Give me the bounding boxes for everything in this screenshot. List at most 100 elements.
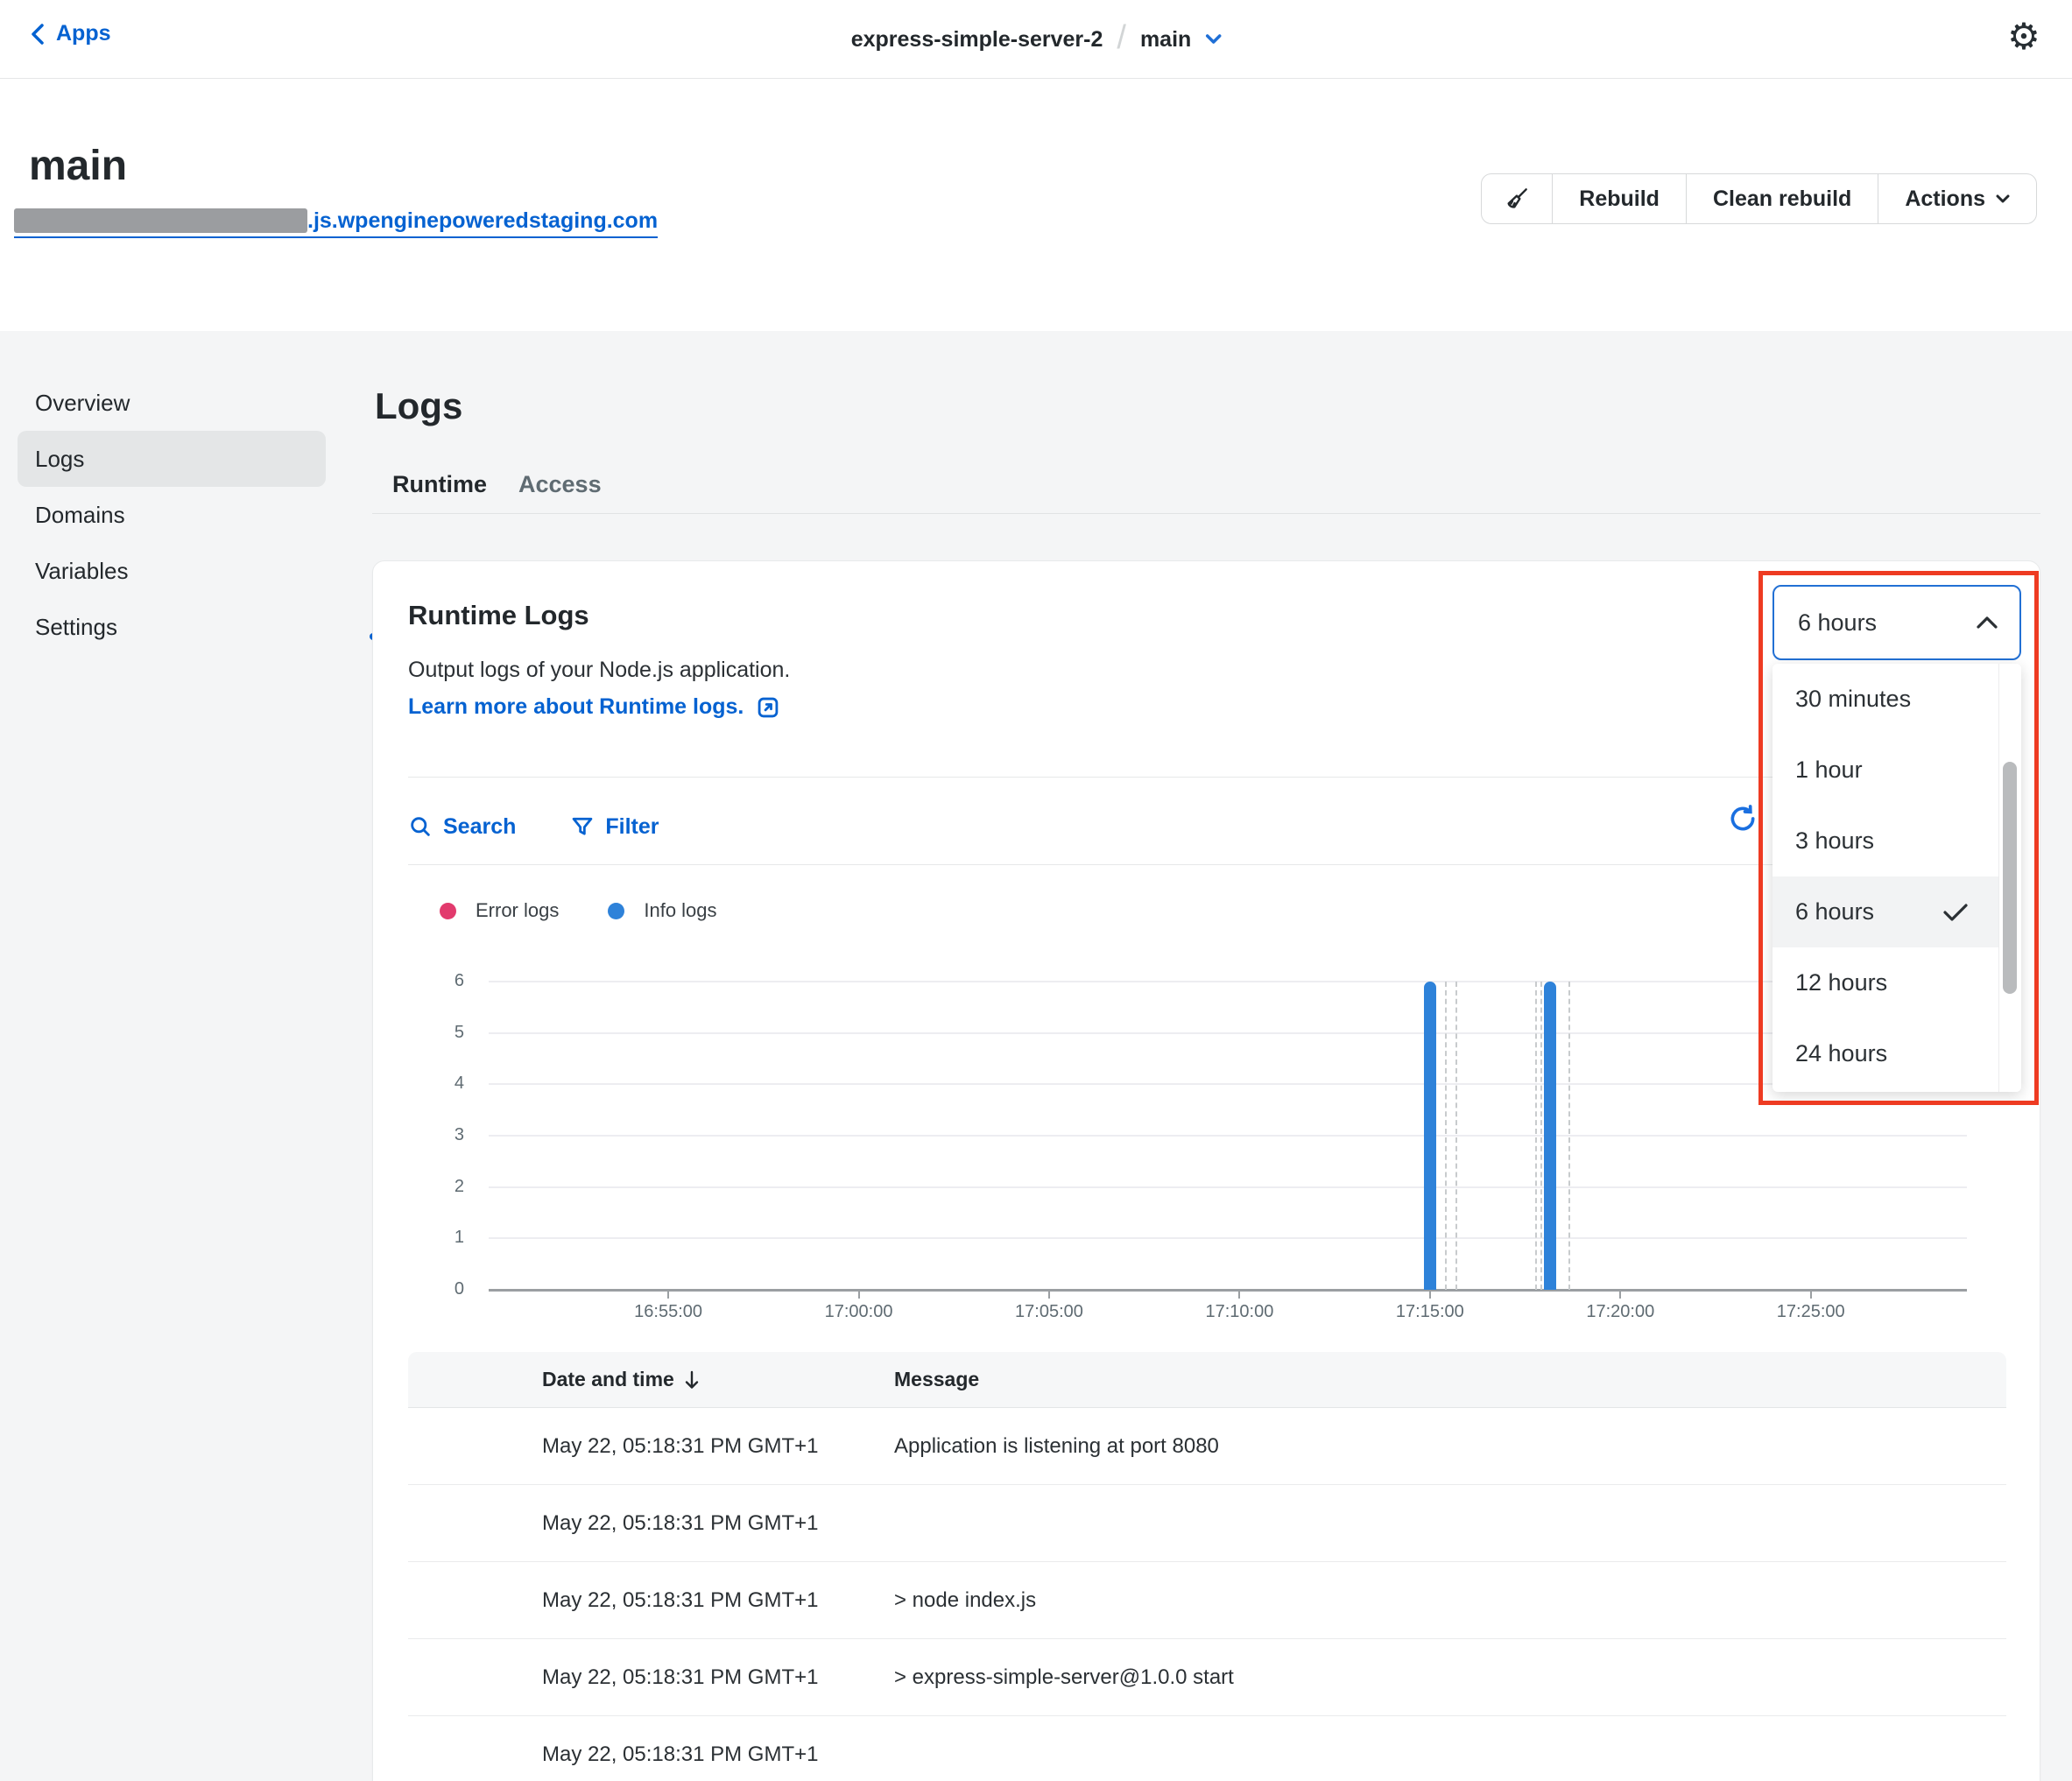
refresh-icon[interactable] — [1725, 801, 1760, 836]
option-label: 12 hours — [1795, 969, 1887, 996]
clean-rebuild-button[interactable]: Clean rebuild — [1686, 174, 1878, 223]
y-tick-label: 2 — [408, 1177, 464, 1197]
card-description: Output logs of your Node.js application. — [408, 658, 790, 683]
table-row[interactable]: May 22, 05:18:31 PM GMT+1> node index.js — [408, 1562, 2006, 1639]
time-range-option-24-hours[interactable]: 24 hours — [1772, 1018, 1998, 1089]
filter-icon — [570, 814, 595, 839]
time-range-option-6-hours[interactable]: 6 hours — [1772, 876, 1998, 947]
clear-cache-button[interactable] — [1482, 174, 1552, 223]
back-to-apps-link[interactable]: Apps — [30, 21, 111, 46]
y-tick-label: 1 — [408, 1228, 464, 1248]
environment-actions-button-group: Rebuild Clean rebuild Actions — [1481, 173, 2037, 224]
datetime-header-label: Date and time — [542, 1368, 674, 1391]
deploy-marker-dashed-line — [1445, 982, 1447, 1290]
column-header-datetime[interactable]: Date and time — [542, 1368, 701, 1391]
sort-descending-icon — [683, 1369, 701, 1390]
time-range-select[interactable]: 6 hours — [1772, 585, 2021, 660]
card-title: Runtime Logs — [408, 600, 589, 631]
column-header-message: Message — [894, 1368, 979, 1391]
x-tick-label: 17:15:00 — [1396, 1302, 1464, 1322]
x-tick-mark — [1238, 1292, 1240, 1299]
tab-access[interactable]: Access — [518, 471, 602, 498]
tab-bar-divider — [372, 513, 2040, 514]
deploy-marker-dashed-line — [1540, 982, 1542, 1290]
table-row[interactable]: May 22, 05:18:31 PM GMT+1Application is … — [408, 1408, 2006, 1485]
chart-bar-info-logs[interactable] — [1544, 982, 1556, 1290]
filter-button[interactable]: Filter — [570, 814, 659, 840]
table-row[interactable]: May 22, 05:18:31 PM GMT+1> express-simpl… — [408, 1639, 2006, 1716]
deploy-marker-dashed-line — [1455, 982, 1457, 1290]
divider — [408, 864, 2006, 865]
legend-dot-icon — [608, 903, 624, 919]
chevron-down-icon[interactable] — [1205, 34, 1221, 45]
table-row[interactable]: May 22, 05:18:31 PM GMT+1 — [408, 1716, 2006, 1781]
x-tick-mark — [667, 1292, 669, 1299]
environment-url-text: .js.wpenginepoweredstaging.com — [307, 208, 658, 233]
log-table: Date and time Message May 22, 05:18:31 P… — [408, 1352, 2006, 1781]
breadcrumb-app-name[interactable]: express-simple-server-2 — [851, 27, 1103, 53]
environment-header: main .js.wpenginepoweredstaging.com Rebu… — [0, 79, 2072, 331]
page-title: Logs — [375, 385, 462, 427]
sidebar-item-variables[interactable]: Variables — [18, 543, 326, 599]
back-to-apps-label: Apps — [56, 21, 111, 46]
rebuild-button[interactable]: Rebuild — [1552, 174, 1686, 223]
tab-bar: Runtime Access — [372, 457, 2040, 515]
actions-button-label: Actions — [1905, 187, 1985, 212]
x-tick-mark — [1810, 1292, 1812, 1299]
sidebar-item-domains[interactable]: Domains — [18, 487, 326, 543]
time-range-option-30-minutes[interactable]: 30 minutes — [1772, 664, 1998, 735]
time-range-selected-value: 6 hours — [1798, 609, 1877, 637]
table-row[interactable]: May 22, 05:18:31 PM GMT+1 — [408, 1485, 2006, 1562]
y-tick-label: 0 — [408, 1279, 464, 1299]
actions-menu-button[interactable]: Actions — [1878, 174, 2036, 223]
gridline — [489, 1032, 1967, 1034]
legend-dot-icon — [440, 903, 456, 919]
log-table-header: Date and time Message — [408, 1352, 2006, 1408]
legend-item: Error logs — [440, 899, 559, 922]
chevron-up-icon — [1976, 616, 1998, 630]
clean-rebuild-button-label: Clean rebuild — [1713, 187, 1851, 212]
x-tick-mark — [1048, 1292, 1050, 1299]
gridline — [489, 1135, 1967, 1137]
x-tick-mark — [1619, 1292, 1621, 1299]
cell-datetime: May 22, 05:18:31 PM GMT+1 — [542, 1434, 818, 1459]
divider — [408, 777, 2006, 778]
external-link-icon — [756, 695, 780, 720]
time-range-option-12-hours[interactable]: 12 hours — [1772, 947, 1998, 1018]
tab-runtime[interactable]: Runtime — [392, 471, 487, 498]
environment-url-link[interactable]: .js.wpenginepoweredstaging.com — [14, 208, 658, 238]
broom-icon — [1503, 185, 1531, 213]
log-table-body: May 22, 05:18:31 PM GMT+1Application is … — [408, 1408, 2006, 1781]
x-tick-label: 17:05:00 — [1015, 1302, 1083, 1322]
y-tick-label: 6 — [408, 971, 464, 991]
x-tick-label: 17:25:00 — [1777, 1302, 1845, 1322]
search-button[interactable]: Search — [408, 814, 516, 840]
option-label: 6 hours — [1795, 898, 1874, 926]
menu-scrollbar-track[interactable] — [1998, 664, 2021, 1092]
y-tick-label: 4 — [408, 1074, 464, 1094]
time-range-option-1-hour[interactable]: 1 hour — [1772, 735, 1998, 806]
x-tick-label: 17:20:00 — [1586, 1302, 1654, 1322]
time-range-option-3-hours[interactable]: 3 hours — [1772, 806, 1998, 876]
deploy-marker-dashed-line — [1535, 982, 1537, 1290]
sidebar-item-settings[interactable]: Settings — [18, 599, 326, 655]
rebuild-button-label: Rebuild — [1579, 187, 1660, 212]
option-label: 24 hours — [1795, 1040, 1887, 1067]
filter-label: Filter — [605, 814, 659, 840]
cell-datetime: May 22, 05:18:31 PM GMT+1 — [542, 1588, 818, 1613]
gridline — [489, 1083, 1967, 1085]
x-tick-label: 16:55:00 — [634, 1302, 702, 1322]
learn-more-link[interactable]: Learn more about Runtime logs. — [408, 694, 780, 720]
settings-gear-icon[interactable]: ⚙ — [2004, 16, 2044, 56]
gridline — [489, 1237, 1967, 1239]
sidebar-item-logs[interactable]: Logs — [18, 431, 326, 487]
cell-message: > express-simple-server@1.0.0 start — [894, 1665, 1234, 1690]
breadcrumb: express-simple-server-2 / main — [851, 0, 1222, 79]
x-axis-line — [489, 1289, 1967, 1292]
chart-bar-info-logs[interactable] — [1424, 982, 1436, 1290]
breadcrumb-environment[interactable]: main — [1140, 27, 1191, 53]
option-label: 30 minutes — [1795, 686, 1911, 713]
menu-scrollbar-thumb[interactable] — [2003, 762, 2017, 994]
cell-datetime: May 22, 05:18:31 PM GMT+1 — [542, 1742, 818, 1767]
sidebar-item-overview[interactable]: Overview — [18, 375, 326, 431]
